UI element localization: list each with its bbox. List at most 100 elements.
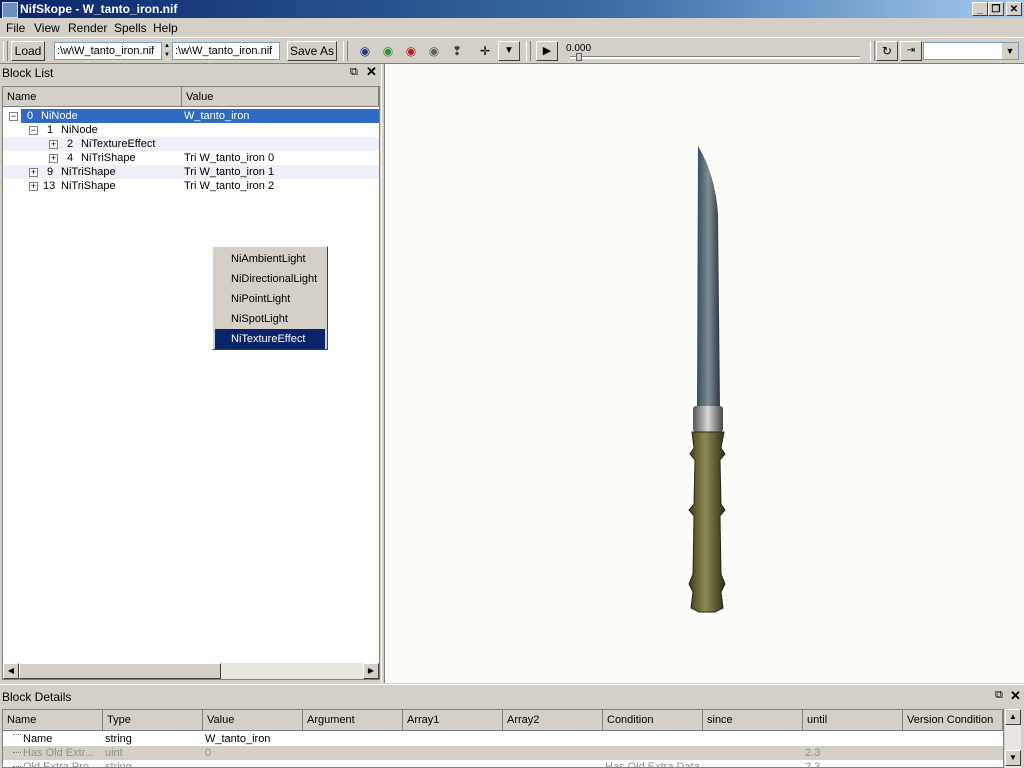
toolbar-grip-3[interactable] [526,41,531,61]
block-name: NiNode [41,110,78,122]
load-button[interactable]: Load [11,41,45,61]
expand-icon[interactable]: + [49,154,58,163]
more-icon[interactable]: ▼ [498,41,520,61]
float-icon[interactable]: ⧉ [995,689,1003,702]
column-name[interactable]: Name [3,710,103,731]
field-array2 [505,732,601,746]
field-array1 [405,746,501,760]
save-path-input[interactable]: :\w\W_tanto_iron.nif [172,42,280,60]
menu-view[interactable]: View [34,21,60,35]
tree-row[interactable]: − 0 NiNode W_tanto_iron [3,109,379,123]
column-since[interactable]: since [703,710,803,731]
field-array1 [405,760,501,767]
path-spin-icon[interactable]: ▲ ▼ [163,42,171,60]
column-array1[interactable]: Array1 [403,710,503,731]
column-version-condition[interactable]: Version Condition [903,710,1003,731]
menu-render[interactable]: Render [68,21,107,35]
horizontal-scrollbar[interactable]: ◀ ▶ [3,663,379,679]
field-argument [305,760,401,767]
vertical-scrollbar[interactable]: ▲ ▼ [1005,709,1021,768]
tree-row[interactable]: − 1 NiNode [3,123,379,137]
field-until: 2.3 [805,761,821,768]
menu-item-ambient-light[interactable]: NiAmbientLight [215,249,325,269]
save-as-button[interactable]: Save As [287,41,337,61]
field-value[interactable]: 0 [205,746,301,760]
chevron-down-icon[interactable]: ▼ [1002,43,1018,59]
switch-icon[interactable]: ⇥ [900,41,922,61]
view-side-icon[interactable]: ◉ [402,43,420,59]
scroll-right-icon[interactable]: ▶ [363,663,379,679]
view-user-icon[interactable]: ◉ [425,43,443,59]
menu-item-point-light[interactable]: NiPointLight [215,289,325,309]
tree-row[interactable]: + 9 NiTriShape Tri W_tanto_iron 1 [3,165,379,179]
toolbar-grip-2[interactable] [343,41,348,61]
table-row[interactable]: Has Old Extr... uint 0 2.3 [3,746,1003,760]
block-list-tree[interactable]: Name Value − 0 NiNode W_tanto_iron − 1 N… [2,86,380,680]
collapse-icon[interactable]: − [9,112,18,121]
scroll-thumb[interactable] [19,663,221,679]
minimize-button[interactable]: _ [972,2,988,16]
scroll-up-icon[interactable]: ▲ [1005,709,1021,725]
context-menu: NiAmbientLight NiDirectionalLight NiPoin… [212,246,328,350]
tree-row[interactable]: + 4 NiTriShape Tri W_tanto_iron 0 [3,151,379,165]
render-viewport[interactable] [385,64,1024,683]
app-icon [2,2,18,18]
collapse-icon[interactable]: − [29,126,38,135]
block-value: Tri W_tanto_iron 1 [184,166,275,178]
animation-select[interactable]: ▼ [923,42,1019,60]
loop-icon[interactable]: ↻ [876,41,898,61]
column-type[interactable]: Type [103,710,203,731]
menu-file[interactable]: File [6,21,25,35]
play-icon[interactable]: ▶ [536,41,558,61]
block-value: Tri W_tanto_iron 2 [184,180,275,192]
column-argument[interactable]: Argument [303,710,403,731]
view-front-icon[interactable]: ◉ [379,43,397,59]
table-row[interactable]: Old Extra Pro... string Has Old Extra Da… [3,760,1003,768]
menu-item-texture-effect[interactable]: NiTextureEffect [215,329,325,349]
menu-item-spot-light[interactable]: NiSpotLight [215,309,325,329]
load-path-input[interactable]: :\w\W_tanto_iron.nif [54,42,162,60]
column-name[interactable]: Name [3,87,182,107]
field-name: Name [23,733,53,745]
restore-button[interactable]: ❐ [988,2,1004,16]
details-splitter[interactable] [0,684,1024,687]
close-icon[interactable]: ✕ [366,64,377,80]
tree-row[interactable]: + 2 NiTextureEffect [3,137,379,151]
menu-help[interactable]: Help [153,21,178,35]
tree-line [13,734,21,735]
time-value: 0.000 [566,43,592,54]
field-until [805,732,901,746]
field-type: string [105,761,132,768]
expand-icon[interactable]: + [29,168,38,177]
block-index: 2 [67,138,74,150]
scroll-left-icon[interactable]: ◀ [3,663,19,679]
field-value[interactable]: W_tanto_iron [205,732,301,746]
close-icon[interactable]: ✕ [1010,688,1021,704]
menu-spells[interactable]: Spells [114,21,147,35]
tree-row[interactable]: + 13 NiTriShape Tri W_tanto_iron 2 [3,179,379,193]
expand-icon[interactable]: + [29,182,38,191]
toolbar-grip-4[interactable] [870,41,875,61]
expand-icon[interactable]: + [49,140,58,149]
field-condition [605,746,701,760]
time-slider-handle[interactable] [576,53,582,61]
walk-icon[interactable]: ❢ [448,43,466,59]
column-condition[interactable]: Condition [603,710,703,731]
column-value[interactable]: Value [182,87,379,107]
menu-item-directional-light[interactable]: NiDirectionalLight [215,269,325,289]
view-top-icon[interactable]: ◉ [356,43,374,59]
time-slider[interactable] [570,56,860,59]
float-icon[interactable]: ⧉ [350,66,358,79]
move-icon[interactable]: ✛ [476,43,494,59]
block-name: NiTextureEffect [81,138,156,150]
column-value[interactable]: Value [203,710,303,731]
column-until[interactable]: until [803,710,903,731]
field-value[interactable] [205,760,301,767]
toolbar-grip[interactable] [3,41,8,61]
scroll-down-icon[interactable]: ▼ [1005,750,1021,766]
close-button[interactable]: ✕ [1006,2,1022,16]
block-details-table[interactable]: Name Type Value Argument Array1 Array2 C… [2,709,1004,768]
table-row[interactable]: Name string W_tanto_iron [3,732,1003,746]
field-array1 [405,732,501,746]
column-array2[interactable]: Array2 [503,710,603,731]
